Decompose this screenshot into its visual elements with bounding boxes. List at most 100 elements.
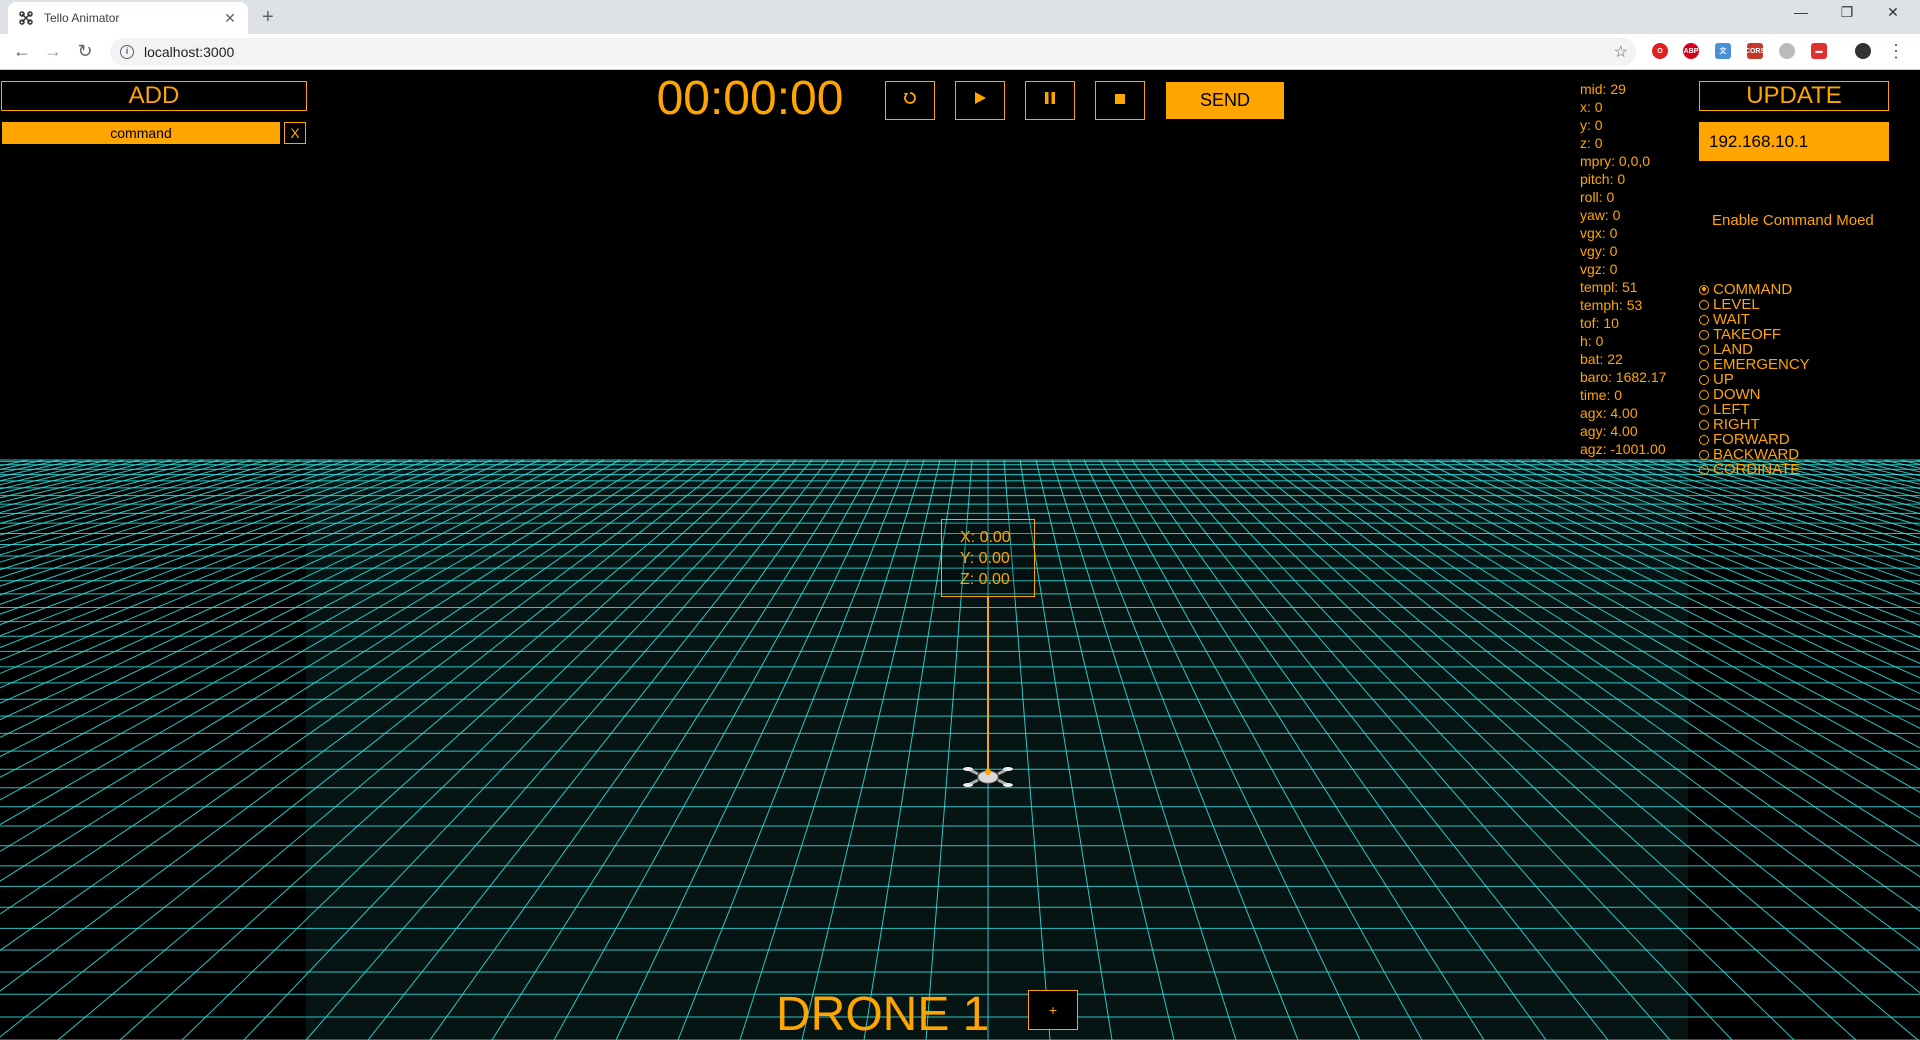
reset-button[interactable] (885, 81, 935, 120)
back-icon[interactable]: ← (12, 42, 32, 60)
pause-icon (1044, 91, 1056, 110)
cors-extension-icon[interactable]: CORS (1745, 43, 1765, 59)
stop-icon (1114, 92, 1126, 110)
app-canvas: ADD command X 00:00:00 SEND mid: 29 x: 0 y… (0, 70, 1920, 1040)
coord-x: X: 0.00 (960, 529, 1011, 546)
mode-label: LEFT (1713, 401, 1750, 418)
mode-label: LEVEL (1713, 296, 1760, 313)
mode-radio-emergency[interactable]: EMERGENCY (1699, 357, 1810, 372)
telemetry-line: agz: -1001.00 (1580, 441, 1666, 457)
radio-icon[interactable] (1699, 284, 1709, 295)
close-window-button[interactable]: ✕ (1870, 4, 1916, 21)
telemetry-line: y: 0 (1580, 117, 1603, 133)
telemetry-line: baro: 1682.17 (1580, 369, 1667, 385)
telemetry-line: h: 0 (1580, 333, 1604, 349)
command-row: command X (2, 122, 306, 144)
telemetry-panel: mid: 29 x: 0 y: 0 z: 0 mpry: 0,0,0 pitch: 0 ro… (1580, 80, 1690, 458)
mode-label: DOWN (1713, 386, 1761, 403)
mode-label: FORWARD (1713, 431, 1790, 448)
mode-radio-land[interactable]: LAND (1699, 342, 1810, 357)
radio-icon[interactable] (1699, 299, 1709, 310)
opera-extension-icon[interactable]: O (1652, 43, 1668, 59)
mode-radio-left[interactable]: LEFT (1699, 402, 1810, 417)
telemetry-line: yaw: 0 (1580, 207, 1621, 223)
update-button[interactable]: UPDATE (1699, 81, 1889, 111)
mode-radio-level[interactable]: LEVEL (1699, 297, 1810, 312)
add-button[interactable]: ADD (1, 81, 307, 111)
radio-icon[interactable] (1699, 434, 1709, 445)
profile-avatar[interactable] (1855, 43, 1871, 59)
radio-icon[interactable] (1699, 374, 1709, 385)
radio-icon[interactable] (1699, 404, 1709, 415)
url-text: localhost:3000 (144, 44, 235, 60)
tab-close-icon[interactable]: ✕ (222, 10, 238, 27)
mode-radio-up[interactable]: UP (1699, 372, 1810, 387)
timer-display: 00:00:00 (656, 72, 844, 125)
mode-label: CORDINATE (1713, 461, 1801, 478)
mode-radio-down[interactable]: DOWN (1699, 387, 1810, 402)
radio-icon[interactable] (1699, 464, 1709, 475)
pause-button[interactable] (1025, 81, 1075, 120)
browser-tab[interactable]: Tello Animator ✕ (8, 2, 248, 34)
radio-icon[interactable] (1699, 389, 1709, 400)
telemetry-line: vgz: 0 (1580, 261, 1618, 277)
drone-favicon-icon (18, 10, 34, 26)
command-input[interactable]: command (2, 122, 280, 144)
menu-kebab-icon[interactable]: ⋮ (1886, 42, 1906, 60)
minimize-button[interactable]: — (1778, 4, 1824, 20)
telemetry-line: mpry: 0,0,0 (1580, 153, 1651, 169)
circle-extension-icon[interactable] (1779, 43, 1795, 59)
adblock-extension-icon[interactable]: ABP (1683, 43, 1699, 59)
telemetry-line: pitch: 0 (1580, 171, 1626, 187)
coordinate-leader-line (987, 597, 989, 775)
mode-label: EMERGENCY (1713, 356, 1810, 373)
mode-radio-backward[interactable]: BACKWARD (1699, 447, 1810, 462)
telemetry-line: templ: 51 (1580, 279, 1638, 295)
enable-command-mode-label[interactable]: Enable Command Moed (1712, 212, 1874, 229)
coordinate-tooltip: X: 0.00 Y: 0.00 Z: 0.00 (941, 519, 1035, 597)
radio-icon[interactable] (1699, 359, 1709, 370)
mode-label: RIGHT (1713, 416, 1760, 433)
mode-label: BACKWARD (1713, 446, 1800, 463)
drone-icon (963, 767, 1013, 787)
address-bar[interactable]: i localhost:3000 ☆ (110, 38, 1636, 66)
forward-icon[interactable]: → (43, 42, 63, 60)
mode-radio-command[interactable]: COMMAND (1699, 282, 1810, 297)
radio-icon[interactable] (1699, 329, 1709, 340)
bookmark-star-icon[interactable]: ☆ (1614, 42, 1628, 62)
restore-button[interactable]: ❐ (1824, 4, 1870, 21)
coord-y: Y: 0.00 (960, 550, 1010, 567)
mode-label: COMMAND (1713, 281, 1793, 298)
browser-tabstrip: Tello Animator ✕ + — ❐ ✕ (0, 0, 1920, 34)
radio-icon[interactable] (1699, 449, 1709, 460)
info-icon[interactable]: i (120, 45, 134, 59)
mode-radio-forward[interactable]: FORWARD (1699, 432, 1810, 447)
radio-icon[interactable] (1699, 314, 1709, 325)
add-drone-button[interactable]: + (1028, 990, 1078, 1030)
mode-radio-right[interactable]: RIGHT (1699, 417, 1810, 432)
ip-address-input[interactable]: 192.168.10.1 (1699, 122, 1889, 161)
stop-button[interactable] (1095, 81, 1145, 120)
mode-radio-cordinate[interactable]: CORDINATE (1699, 462, 1810, 477)
telemetry-line: agx: 4.00 (1580, 405, 1638, 421)
new-tab-button[interactable]: + (262, 6, 274, 29)
telemetry-line: temph: 53 (1580, 297, 1643, 313)
telemetry-line: agy: 4.00 (1580, 423, 1638, 439)
radio-icon[interactable] (1699, 344, 1709, 355)
red-extension-icon[interactable]: ▬ (1811, 43, 1827, 59)
send-button[interactable]: SEND (1166, 82, 1284, 119)
remove-command-button[interactable]: X (284, 122, 306, 144)
radio-icon[interactable] (1699, 419, 1709, 430)
mode-radio-takeoff[interactable]: TAKEOFF (1699, 327, 1810, 342)
play-icon (973, 91, 987, 110)
play-button[interactable] (955, 81, 1005, 120)
mode-label: UP (1713, 371, 1734, 388)
translate-extension-icon[interactable]: 文 (1715, 43, 1731, 59)
reload-icon[interactable]: ↻ (75, 42, 95, 60)
telemetry-line: vgy: 0 (1580, 243, 1618, 259)
telemetry-line: bat: 22 (1580, 351, 1623, 367)
mode-radio-group: COMMAND LEVEL WAIT TAKEOFF LAND EMERGENCY UP DO… (1699, 282, 1810, 477)
mode-radio-wait[interactable]: WAIT (1699, 312, 1810, 327)
drone-model[interactable] (963, 760, 1013, 790)
mode-label: WAIT (1713, 311, 1750, 328)
